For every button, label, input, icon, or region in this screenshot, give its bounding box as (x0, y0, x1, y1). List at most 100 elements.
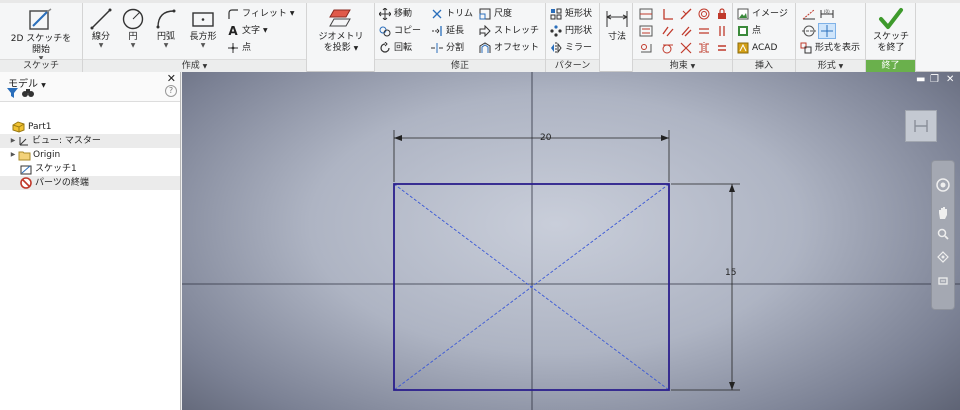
constraint-settings-button[interactable] (637, 23, 655, 39)
filter-icon[interactable] (7, 88, 18, 98)
pan-button[interactable] (935, 205, 951, 221)
circle-button[interactable]: 円 ▼ (119, 7, 147, 49)
part-icon (12, 121, 25, 133)
help-icon[interactable]: ? (165, 85, 177, 97)
finish-sketch-button[interactable]: スケッチ を終了 (868, 7, 914, 54)
coincident-constraint-button[interactable] (659, 6, 677, 22)
sketch-canvas (182, 72, 960, 410)
text-button[interactable]: A 文字 ▼ (227, 23, 267, 39)
scale-button[interactable]: 尺度 (479, 6, 512, 22)
rotate-button[interactable]: 回転 (379, 40, 412, 56)
perpendicular-constraint-icon (663, 9, 673, 20)
restore-icon[interactable]: ❐ (930, 74, 939, 85)
construction-button[interactable] (800, 6, 818, 22)
concentric-constraint-button[interactable] (695, 6, 713, 22)
copy-button[interactable]: コピー (379, 23, 421, 39)
smooth-constraint-button[interactable] (677, 40, 695, 56)
dimension-width-label[interactable]: 20 (540, 133, 551, 143)
rectangle-button[interactable]: 長方形 ▼ (185, 7, 221, 49)
minimize-icon[interactable]: ▬ (916, 74, 925, 85)
parallel-constraint-button[interactable] (659, 23, 677, 39)
equal-constraint-button[interactable] (713, 40, 731, 56)
acad-button[interactable]: ACAD (737, 40, 777, 56)
folder-icon (18, 151, 31, 160)
tree-item-origin[interactable]: ▶ Origin (0, 148, 180, 162)
tree-item-sketch1[interactable]: スケッチ1 (0, 162, 180, 176)
tree-item-part1[interactable]: Part1 (0, 120, 180, 134)
tree-item-view-master[interactable]: ▶ ビュー: マスター (0, 134, 180, 148)
viewcube[interactable] (905, 110, 937, 142)
project-geometry-icon (329, 9, 351, 27)
concentric-constraint-icon (698, 8, 710, 20)
line-button[interactable]: 線分 ▼ (87, 7, 115, 49)
circular-pattern-button[interactable]: 円形状 (550, 23, 592, 39)
chevron-down-icon: ▼ (98, 42, 104, 49)
start-2d-sketch-button[interactable]: 2D スケッチを 開始 ▼ (4, 7, 78, 62)
copy-icon (379, 26, 391, 37)
project-geometry-button[interactable]: ジオメトリ を投影 ▼ (309, 7, 373, 54)
vertical-constraint-button[interactable] (713, 23, 731, 39)
close-icon[interactable]: ✕ (167, 72, 176, 85)
sketch-constraint-grid-button[interactable] (637, 6, 655, 22)
orbit-button[interactable] (935, 249, 951, 265)
driven-dimension-button[interactable]: (0) (818, 6, 836, 22)
text-a-icon: A (228, 24, 238, 38)
offset-icon (479, 42, 491, 53)
center-point-button[interactable] (818, 23, 836, 39)
perpendicular-constraint-button[interactable] (677, 23, 695, 39)
centerline-button[interactable] (800, 23, 818, 39)
import-points-button[interactable]: 点 (737, 23, 761, 39)
point-icon (228, 43, 238, 53)
extend-button[interactable]: 延長 (431, 23, 464, 39)
graphics-window[interactable]: 20 15 ▬ ❐ ✕ (182, 72, 960, 410)
tangent-constraint-button[interactable] (659, 40, 677, 56)
collinear-constraint-button[interactable] (677, 6, 695, 22)
expand-arrow-icon[interactable]: ▶ (10, 148, 16, 162)
panel-constrain: 拘束 ▼ (633, 3, 733, 72)
trim-button[interactable]: トリム (431, 6, 473, 22)
point-button[interactable]: 点 (227, 40, 251, 56)
mirror-icon (551, 42, 562, 54)
parallel-constraint-icon (662, 26, 674, 37)
dimension-button[interactable]: 寸法 (602, 7, 632, 43)
dimension-height-label[interactable]: 15 (725, 268, 736, 278)
close-icon[interactable]: ✕ (946, 74, 954, 85)
scale-icon (479, 8, 491, 20)
insert-image-button[interactable]: イメージ (737, 6, 788, 22)
chevron-down-icon: ▼ (41, 82, 46, 89)
dim-width-arrow-left (394, 135, 402, 141)
orbit-icon (937, 251, 949, 263)
vertical-constraint-icon (719, 26, 725, 36)
auto-dimension-icon (641, 44, 652, 53)
tangent-constraint-icon (662, 44, 673, 54)
chevron-down-icon: ▼ (289, 10, 295, 17)
auto-dimension-button[interactable] (637, 40, 655, 56)
show-format-button[interactable]: 形式を表示 (800, 40, 860, 56)
constraint-settings-icon (639, 25, 653, 37)
stretch-button[interactable]: ストレッチ (479, 23, 539, 39)
zoom-button[interactable] (935, 226, 951, 242)
mirror-button[interactable]: ミラー (550, 40, 592, 56)
steering-wheel-button[interactable] (935, 177, 951, 193)
panel-title-insert: 挿入 (733, 59, 795, 72)
ribbon: 2D スケッチを 開始 ▼ スケッチ 線分 ▼ 円 ▼ 円弧 ▼ 長方形 ▼ (0, 0, 960, 72)
hand-icon (939, 207, 947, 219)
rectangular-pattern-button[interactable]: 矩形状 (550, 6, 592, 22)
tree-item-end-of-part[interactable]: パーツの終端 (0, 176, 180, 190)
chevron-down-icon: ▼ (200, 42, 206, 49)
expand-arrow-icon[interactable]: ▶ (10, 134, 16, 148)
panel-dimension: 寸法 (600, 3, 633, 72)
look-at-icon (938, 277, 948, 285)
horizontal-constraint-button[interactable] (695, 23, 713, 39)
symmetric-constraint-button[interactable] (695, 40, 713, 56)
fix-constraint-button[interactable] (713, 6, 731, 22)
fillet-button[interactable]: フィレット ▼ (227, 6, 294, 22)
arc-button[interactable]: 円弧 ▼ (151, 7, 181, 49)
look-at-button[interactable] (935, 273, 951, 289)
binoculars-icon[interactable] (22, 88, 34, 98)
checkmark-icon (879, 8, 903, 29)
rotate-icon (380, 42, 390, 53)
offset-button[interactable]: オフセット (479, 40, 539, 56)
move-button[interactable]: 移動 (379, 6, 412, 22)
split-button[interactable]: 分割 (431, 40, 464, 56)
